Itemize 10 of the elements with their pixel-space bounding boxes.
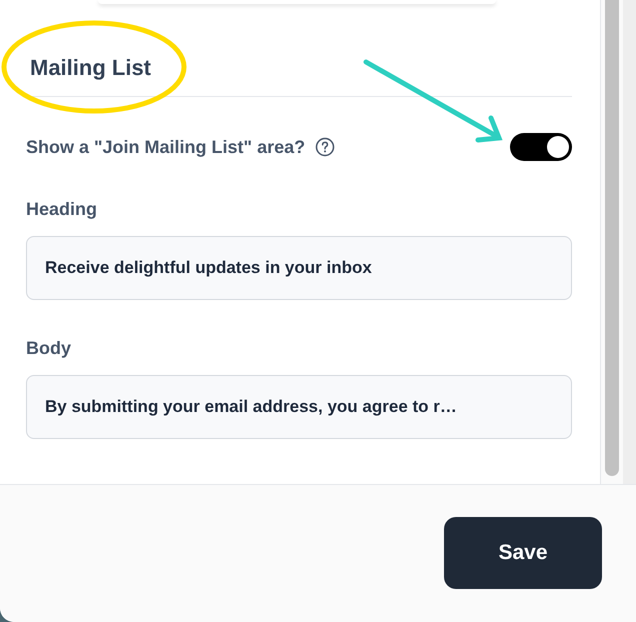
field-label: Heading: [26, 199, 98, 220]
field-label: Body: [26, 338, 72, 359]
toggle-switch[interactable]: [510, 133, 572, 161]
input-field[interactable]: Receive delightful updates in your inbox: [26, 236, 572, 300]
help-icon[interactable]: [315, 137, 336, 157]
section-title: Mailing List: [30, 54, 152, 82]
input-field[interactable]: By submitting your email address, you agree to r…: [26, 375, 572, 439]
toggle-label: Show a "Join Mailing List" area?: [26, 136, 306, 158]
scrollbar[interactable]: [600, 0, 636, 484]
save-button[interactable]: Save: [444, 517, 602, 589]
